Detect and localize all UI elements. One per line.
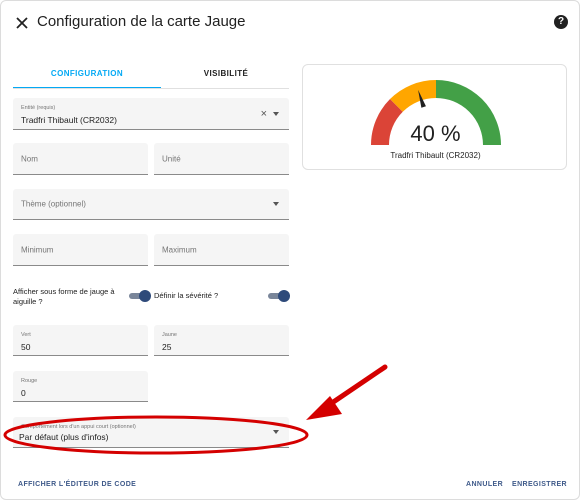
green-value: 50	[21, 342, 31, 352]
gauge-entity-name: Tradfri Thibault (CR2032)	[390, 151, 481, 160]
tab-visibility[interactable]: VISIBILITÉ	[163, 63, 289, 89]
save-button[interactable]: ENREGISTRER	[512, 481, 567, 488]
red-label: Rouge	[21, 378, 38, 384]
tap-action-value: Par défaut (plus d'infos)	[19, 432, 109, 442]
yellow-value: 25	[162, 342, 172, 352]
tap-action-select[interactable]: Comportement lors d'un appui court (opti…	[13, 417, 289, 448]
gauge-preview-card[interactable]: 40 % Tradfri Thibault (CR2032)	[302, 64, 567, 170]
red-value: 0	[21, 388, 26, 398]
close-icon[interactable]	[13, 14, 31, 32]
red-threshold-field[interactable]: Rouge 0	[13, 371, 148, 402]
tap-action-label: Comportement lors d'un appui court (opti…	[21, 424, 136, 430]
show-code-editor-button[interactable]: AFFICHER L'ÉDITEUR DE CODE	[18, 481, 136, 488]
unit-placeholder: Unité	[162, 154, 181, 163]
tab-configuration-label: CONFIGURATION	[50, 69, 124, 78]
severity-toggle[interactable]	[268, 290, 290, 302]
gauge-segment-yellow	[390, 80, 437, 113]
tab-visibility-label: VISIBILITÉ	[203, 69, 249, 78]
entity-value: Tradfri Thibault (CR2032)	[21, 115, 117, 125]
dropdown-arrow-icon[interactable]	[273, 111, 279, 116]
dialog-title: Configuration de la carte Jauge	[37, 13, 246, 30]
unit-field[interactable]: Unité	[154, 143, 289, 175]
yellow-threshold-field[interactable]: Jaune 25	[154, 325, 289, 356]
maximum-placeholder: Maximum	[162, 245, 197, 254]
gauge-card-config-dialog: Configuration de la carte Jauge ? CONFIG…	[0, 0, 580, 500]
dropdown-arrow-icon[interactable]	[273, 430, 279, 434]
maximum-field[interactable]: Maximum	[154, 234, 289, 266]
theme-placeholder: Thème (optionnel)	[21, 199, 86, 209]
minimum-placeholder: Minimum	[21, 245, 54, 254]
entity-select[interactable]: Entité (requis) Tradfri Thibault (CR2032…	[13, 98, 289, 130]
tabs-divider	[13, 88, 289, 89]
cancel-button[interactable]: ANNULER	[466, 481, 503, 488]
minimum-field[interactable]: Minimum	[13, 234, 148, 266]
dialog-header: Configuration de la carte Jauge ?	[1, 1, 579, 45]
yellow-label: Jaune	[162, 332, 177, 338]
tab-bar: CONFIGURATION VISIBILITÉ	[13, 63, 289, 89]
help-icon[interactable]: ?	[554, 15, 568, 29]
entity-label: Entité (requis)	[21, 105, 56, 111]
needle-toggle[interactable]	[129, 290, 151, 302]
name-placeholder: Nom	[21, 154, 38, 163]
severity-toggle-label: Définir la sévérité ?	[154, 291, 219, 300]
needle-toggle-thumb	[139, 290, 151, 302]
severity-toggle-thumb	[278, 290, 290, 302]
green-label: Vert	[21, 332, 31, 338]
theme-select[interactable]: Thème (optionnel)	[13, 189, 289, 220]
green-threshold-field[interactable]: Vert 50	[13, 325, 148, 356]
needle-toggle-label: Afficher sous forme de jauge à aiguille …	[13, 287, 115, 306]
clear-icon[interactable]: ×	[261, 108, 267, 120]
dropdown-arrow-icon[interactable]	[273, 202, 279, 206]
name-field[interactable]: Nom	[13, 143, 148, 175]
gauge-value: 40 %	[410, 121, 461, 146]
tab-configuration[interactable]: CONFIGURATION	[13, 63, 161, 89]
